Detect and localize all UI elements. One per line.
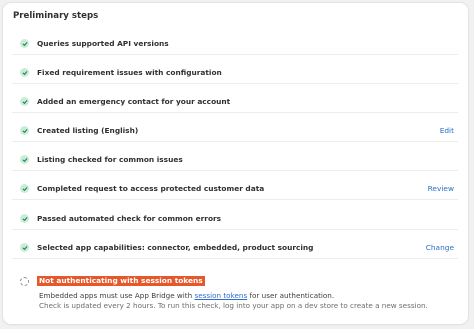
step-item: Listing checked for common issues [12, 149, 458, 171]
pending-step-note: Check is updated every 2 hours. To run t… [39, 301, 428, 310]
step-label: Fixed requirement issues with configurat… [37, 68, 222, 77]
edit-listing-link[interactable]: Edit [440, 126, 454, 135]
step-item: Created listing (English) Edit [12, 120, 458, 142]
step-item: Queries supported API versions [12, 33, 458, 55]
step-label: Passed automated check for common errors [37, 214, 222, 223]
step-item: Completed request to access protected cu… [12, 178, 458, 200]
pending-step-item: Not authenticating with session tokens E… [12, 272, 458, 320]
step-label: Queries supported API versions [37, 39, 169, 48]
step-item: Passed automated check for common errors [12, 208, 458, 230]
pending-step-description: Embedded apps must use App Bridge with s… [39, 291, 334, 300]
step-item: Selected app capabilities: connector, em… [12, 237, 458, 259]
description-text: Embedded apps must use App Bridge with [39, 291, 195, 300]
step-label: Listing checked for common issues [37, 155, 183, 164]
description-text-end: for user authentication. [247, 291, 335, 300]
pending-step-title: Not authenticating with session tokens [37, 276, 205, 286]
step-label: Selected app capabilities: connector, em… [37, 243, 314, 252]
checkmark-circle-icon [20, 243, 29, 252]
checkmark-circle-icon [20, 39, 29, 48]
session-tokens-link[interactable]: session tokens [194, 291, 247, 300]
review-data-access-link[interactable]: Review [428, 184, 454, 193]
card-title: Preliminary steps [13, 11, 99, 21]
checkmark-circle-icon [20, 184, 29, 193]
step-label: Added an emergency contact for your acco… [37, 97, 231, 106]
step-item: Fixed requirement issues with configurat… [12, 62, 458, 84]
checkmark-circle-icon [20, 68, 29, 77]
step-label: Created listing (English) [37, 126, 139, 135]
dashed-circle-icon [20, 277, 29, 286]
change-capabilities-link[interactable]: Change [426, 243, 454, 252]
checkmark-circle-icon [20, 126, 29, 135]
checkmark-circle-icon [20, 214, 29, 223]
preliminary-steps-card: Preliminary steps Queries supported API … [3, 3, 468, 324]
step-item: Added an emergency contact for your acco… [12, 91, 458, 113]
step-label: Completed request to access protected cu… [37, 184, 265, 193]
checkmark-circle-icon [20, 97, 29, 106]
checkmark-circle-icon [20, 155, 29, 164]
